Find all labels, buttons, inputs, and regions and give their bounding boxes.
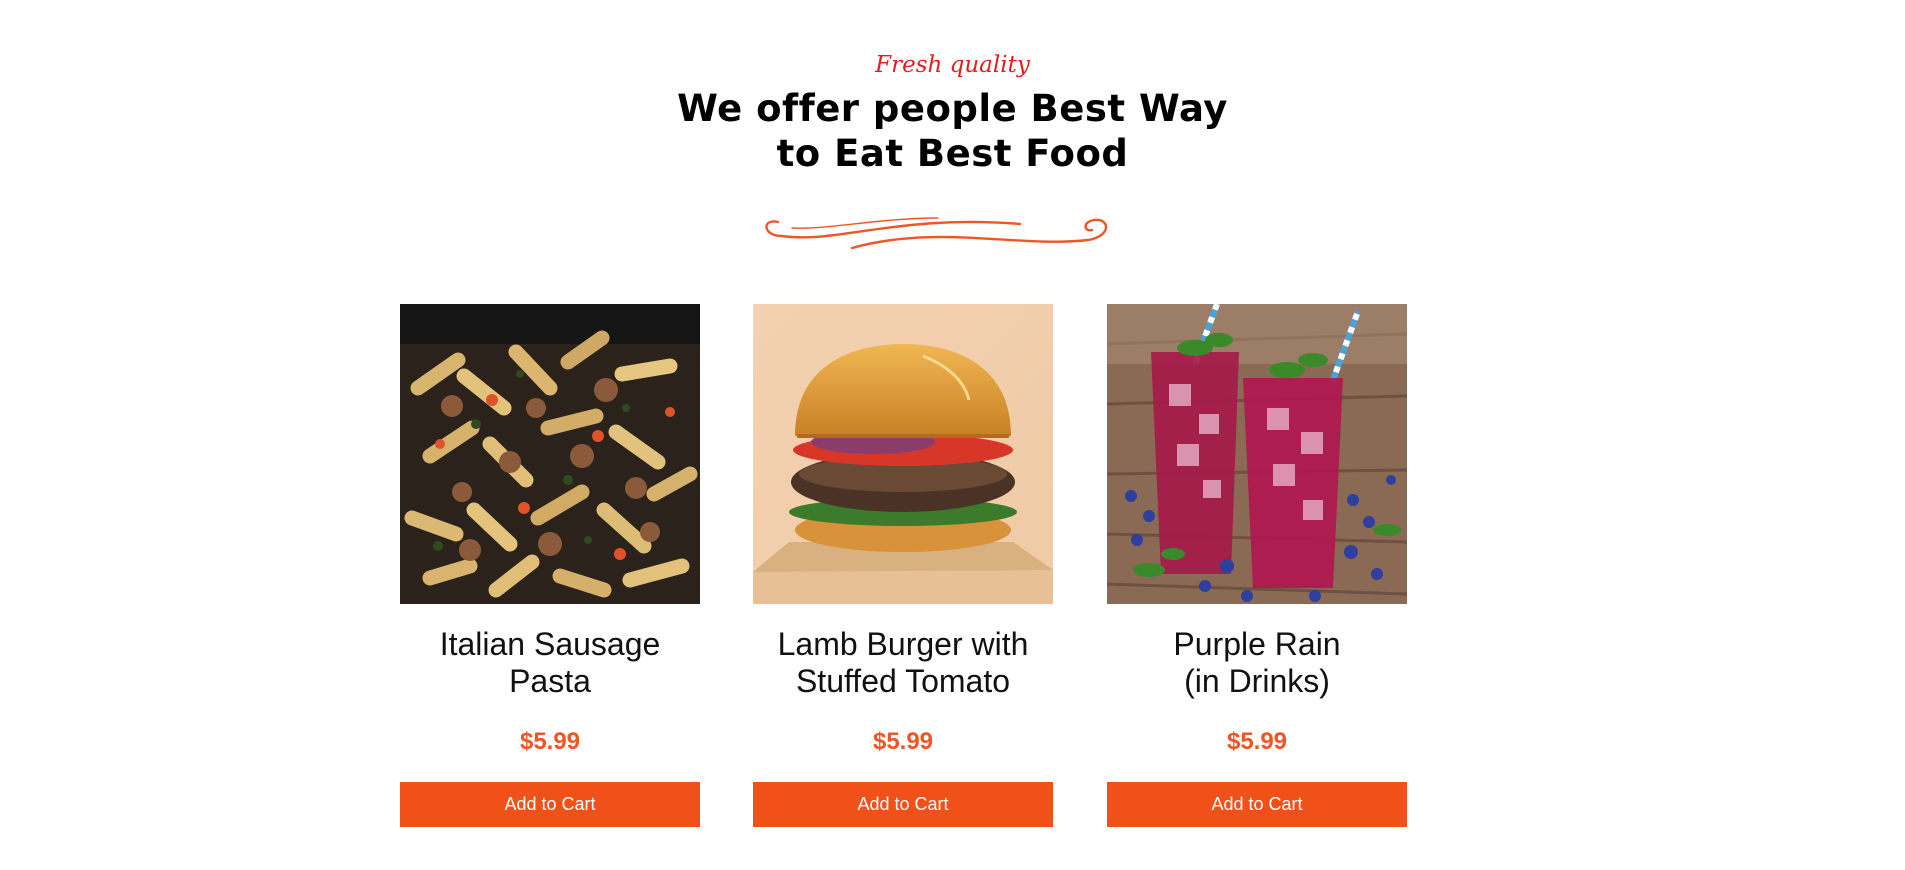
- product-card-1: Italian Sausage Pasta $5.99 Add to Cart: [400, 304, 700, 827]
- add-to-cart-button[interactable]: Add to Cart: [1107, 782, 1407, 827]
- product-card-3: Purple Rain (in Drinks) $5.99 Add to Car…: [1107, 304, 1407, 827]
- burger-photo[interactable]: [753, 304, 1053, 604]
- product-card-2: Lamb Burger with Stuffed Tomato $5.99 Ad…: [753, 304, 1053, 827]
- product-title-line-2: Stuffed Tomato: [795, 663, 1011, 699]
- product-title-line-1: Purple Rain: [1173, 626, 1341, 662]
- pasta-photo[interactable]: [400, 304, 700, 604]
- product-price: $5.99: [519, 728, 581, 755]
- drinks-photo[interactable]: [1107, 304, 1407, 604]
- product-title-line-1: Italian Sausage: [439, 626, 661, 662]
- section-headline: We offer people Best Way to Eat Best Foo…: [0, 86, 1905, 176]
- product-title-line-2: (in Drinks): [1184, 663, 1330, 699]
- flourish-divider-icon: [765, 217, 1108, 250]
- product-title[interactable]: Lamb Burger with Stuffed Tomato: [733, 626, 1073, 700]
- product-title-line-1: Lamb Burger with: [777, 626, 1029, 662]
- product-title[interactable]: Italian Sausage Pasta: [380, 626, 720, 700]
- headline-line-1: We offer people Best Way: [677, 87, 1228, 130]
- product-price: $5.99: [1226, 728, 1288, 755]
- product-title-line-2: Pasta: [509, 663, 591, 699]
- section-eyebrow: Fresh quality: [875, 52, 1030, 78]
- add-to-cart-button[interactable]: Add to Cart: [753, 782, 1053, 827]
- product-price: $5.99: [872, 728, 934, 755]
- add-to-cart-button[interactable]: Add to Cart: [400, 782, 700, 827]
- headline-line-2: to Eat Best Food: [776, 132, 1129, 175]
- product-title[interactable]: Purple Rain (in Drinks): [1087, 626, 1427, 700]
